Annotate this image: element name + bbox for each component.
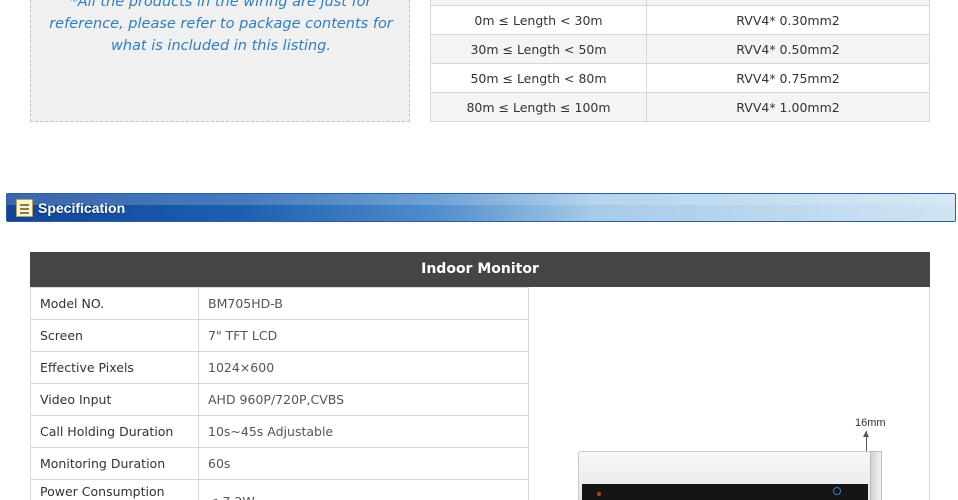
specification-banner: Specification xyxy=(6,193,956,222)
note-line: *All the products in the wiring are just… xyxy=(70,0,372,10)
table-row: 50m ≤ Length < 80m RVV4* 0.75mm2 xyxy=(430,63,930,93)
indoor-monitor-spec-table: Model NO. BM705HD-B Screen 7" TFT LCD Ef… xyxy=(30,287,529,500)
document-list-icon xyxy=(16,199,33,217)
table-row: Screen 7" TFT LCD xyxy=(30,319,529,352)
spec-label: Video Input xyxy=(30,383,199,416)
spec-label: Model NO. xyxy=(30,287,199,320)
wiring-cable-table: 0m ≤ Length < 30m RVV4* 0.30mm2 30m ≤ Le… xyxy=(430,0,930,122)
spec-value: 60s xyxy=(198,447,529,480)
wiring-note-box: *All the products in the wiring are just… xyxy=(30,0,410,122)
table-row: Power Consumption ≤ 7.2W xyxy=(30,479,529,500)
note-line: what is included in this listing. xyxy=(111,38,331,54)
spec-value: ≤ 7.2W xyxy=(198,479,529,500)
spec-label: Power Consumption xyxy=(30,479,199,500)
monitor-side-profile xyxy=(870,451,882,500)
spec-value: 7" TFT LCD xyxy=(198,319,529,352)
table-row: Video Input AHD 960P/720P,CVBS xyxy=(30,383,529,416)
length-cell: 0m ≤ Length < 30m xyxy=(430,5,647,35)
table-row: Monitoring Duration 60s xyxy=(30,447,529,480)
cable-cell: RVV4* 0.75mm2 xyxy=(646,63,930,93)
note-line: reference, please refer to package conte… xyxy=(49,16,393,32)
table-row: 30m ≤ Length < 50m RVV4* 0.50mm2 xyxy=(430,34,930,64)
spec-label: Effective Pixels xyxy=(30,351,199,384)
spec-label: Call Holding Duration xyxy=(30,415,199,448)
thickness-dimension-label: 16mm xyxy=(855,417,886,429)
table-row: Call Holding Duration 10s~45s Adjustable xyxy=(30,415,529,448)
monitor-screen xyxy=(582,484,868,500)
table-row: Model NO. BM705HD-B xyxy=(30,287,529,320)
spec-value: 1024×600 xyxy=(198,351,529,384)
indicator-light-icon xyxy=(597,492,601,496)
spec-label: Monitoring Duration xyxy=(30,447,199,480)
monitor-button-icon xyxy=(833,487,841,495)
length-cell: 50m ≤ Length < 80m xyxy=(430,63,647,93)
spec-label: Screen xyxy=(30,319,199,352)
cable-cell: RVV4* 0.50mm2 xyxy=(646,34,930,64)
table-row: Effective Pixels 1024×600 xyxy=(30,351,529,384)
table-row: 0m ≤ Length < 30m RVV4* 0.30mm2 xyxy=(430,5,930,35)
length-cell: 80m ≤ Length ≤ 100m xyxy=(430,92,647,122)
cable-cell: RVV4* 1.00mm2 xyxy=(646,92,930,122)
cable-cell: RVV4* 0.30mm2 xyxy=(646,5,930,35)
table-row: 80m ≤ Length ≤ 100m RVV4* 1.00mm2 xyxy=(430,92,930,122)
wiring-note: *All the products in the wiring are just… xyxy=(31,0,411,57)
indoor-monitor-header: Indoor Monitor xyxy=(30,252,930,287)
length-cell: 30m ≤ Length < 50m xyxy=(430,34,647,64)
spec-value: AHD 960P/720P,CVBS xyxy=(198,383,529,416)
spec-value: BM705HD-B xyxy=(198,287,529,320)
spec-value: 10s~45s Adjustable xyxy=(198,415,529,448)
specification-title: Specification xyxy=(38,200,126,216)
